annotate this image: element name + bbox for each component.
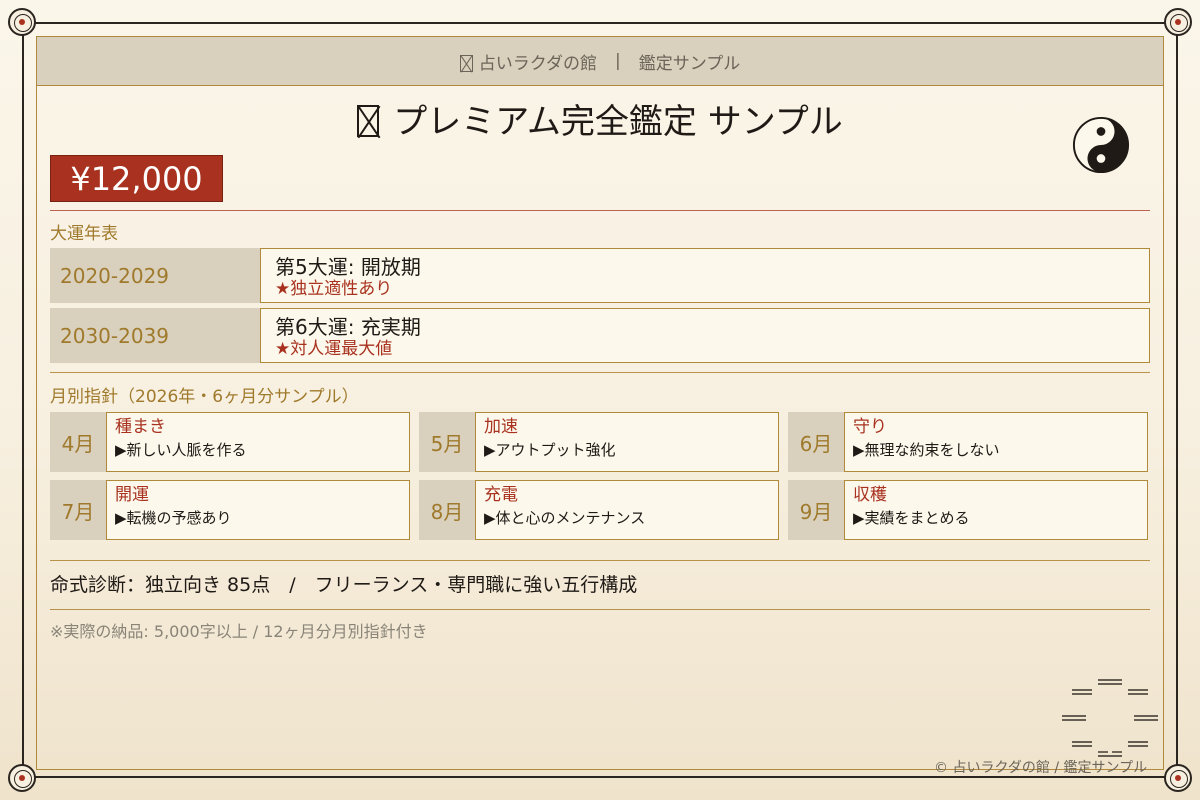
divider xyxy=(50,609,1150,610)
month-body: 充電 ▶体と心のメンテナンス xyxy=(475,480,779,540)
month-number: 6月 xyxy=(788,412,844,472)
month-theme: 充電 xyxy=(484,485,518,505)
month-number: 5月 xyxy=(419,412,475,472)
corner-ornament-icon xyxy=(1164,764,1192,792)
divider xyxy=(50,560,1150,561)
month-cell: 9月 収穫 ▶実績をまとめる xyxy=(788,480,1148,540)
brand: 占いラクダの館 xyxy=(459,49,598,74)
month-action: ▶アウトプット強化 xyxy=(484,441,616,459)
month-number: 8月 xyxy=(419,480,475,540)
page-title: プレミアム完全鑑定 サンプル xyxy=(0,94,1200,143)
month-body: 開運 ▶転機の予感あり xyxy=(106,480,410,540)
luck-title: 第6大運: 充実期 xyxy=(275,315,421,339)
month-body: 加速 ▶アウトプット強化 xyxy=(475,412,779,472)
divider xyxy=(50,372,1150,373)
month-action: ▶実績をまとめる xyxy=(853,509,970,527)
corner-ornament-icon xyxy=(1164,8,1192,36)
month-theme: 種まき xyxy=(115,417,166,437)
month-cell: 4月 種まき ▶新しい人脈を作る xyxy=(50,412,410,472)
month-theme: 開運 xyxy=(115,485,149,505)
month-cell: 8月 充電 ▶体と心のメンテナンス xyxy=(419,480,779,540)
luck-note: ★対人運最大値 xyxy=(275,339,393,359)
luck-row: 2020-2029 第5大運: 開放期 ★独立適性あり xyxy=(50,248,1150,303)
header-separator: | xyxy=(615,51,621,71)
corner-ornament-icon xyxy=(8,764,36,792)
luck-row: 2030-2039 第6大運: 充実期 ★対人運最大値 xyxy=(50,308,1150,363)
page-title-text: プレミアム完全鑑定 サンプル xyxy=(393,102,843,142)
luck-body: 第5大運: 開放期 ★独立適性あり xyxy=(260,248,1150,303)
month-body: 守り ▶無理な約束をしない xyxy=(844,412,1148,472)
month-action: ▶無理な約束をしない xyxy=(853,441,1000,459)
corner-ornament-icon xyxy=(8,8,36,36)
month-theme: 加速 xyxy=(484,417,518,437)
box-glyph-icon xyxy=(357,104,380,137)
month-cell: 5月 加速 ▶アウトプット強化 xyxy=(419,412,779,472)
box-glyph-icon xyxy=(459,55,473,72)
month-action: ▶転機の予感あり xyxy=(115,509,232,527)
month-theme: 収穫 xyxy=(853,485,887,505)
month-cell: 6月 守り ▶無理な約束をしない xyxy=(788,412,1148,472)
header-banner: 占いラクダの館 | 鑑定サンプル xyxy=(37,37,1163,86)
luck-period: 2020-2029 xyxy=(50,248,260,303)
divider xyxy=(50,210,1150,211)
month-body: 収穫 ▶実績をまとめる xyxy=(844,480,1148,540)
trigram-icon xyxy=(1062,679,1158,757)
month-cell: 7月 開運 ▶転機の予感あり xyxy=(50,480,410,540)
copyright: © 占いラクダの館 / 鑑定サンプル xyxy=(934,760,1148,776)
luck-title: 第5大運: 開放期 xyxy=(275,255,421,279)
yin-yang-icon xyxy=(1072,116,1130,174)
month-body: 種まき ▶新しい人脈を作る xyxy=(106,412,410,472)
delivery-footnote: ※実際の納品: 5,000字以上 / 12ヶ月分月別指針付き xyxy=(50,622,428,641)
luck-note: ★独立適性あり xyxy=(275,279,393,299)
month-number: 4月 xyxy=(50,412,106,472)
month-number: 7月 xyxy=(50,480,106,540)
price-badge: ¥12,000 xyxy=(50,155,223,202)
month-action: ▶体と心のメンテナンス xyxy=(484,509,646,527)
month-number: 9月 xyxy=(788,480,844,540)
monthly-label: 月別指針（2026年・6ヶ月分サンプル） xyxy=(50,387,359,407)
brand-name: 占いラクダの館 xyxy=(478,53,598,74)
luck-period: 2030-2039 xyxy=(50,308,260,363)
diagnosis-summary: 命式診断：独立向き 85点 / フリーランス・専門職に強い五行構成 xyxy=(50,574,638,596)
certificate-card: 占いラクダの館 | 鑑定サンプル プレミアム完全鑑定 サンプル ¥12,000 … xyxy=(0,0,1200,800)
header-subtitle: 鑑定サンプル xyxy=(638,53,741,74)
major-luck-label: 大運年表 xyxy=(50,224,118,244)
month-theme: 守り xyxy=(853,417,887,437)
luck-body: 第6大運: 充実期 ★対人運最大値 xyxy=(260,308,1150,363)
month-action: ▶新しい人脈を作る xyxy=(115,441,247,459)
